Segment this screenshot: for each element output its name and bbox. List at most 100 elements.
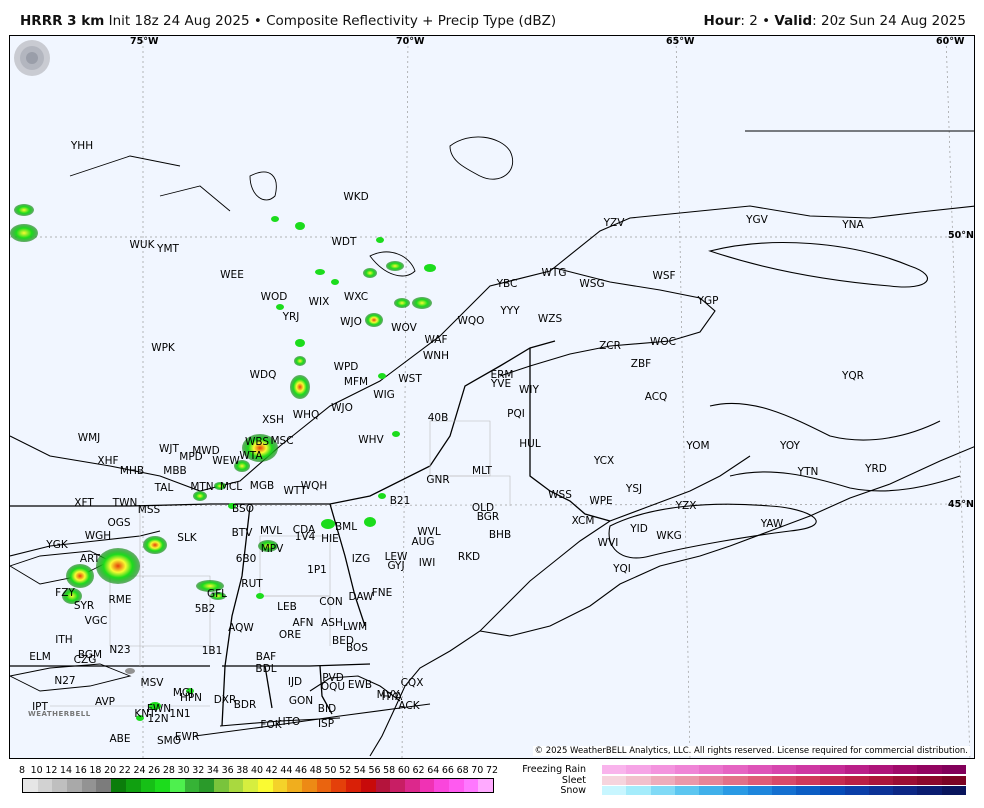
dbz-tick-label: 50 — [324, 765, 337, 776]
lon-label-75w: 75°W — [130, 36, 159, 47]
ptype-color-swatch — [844, 765, 869, 774]
station-label: XFT — [74, 496, 94, 509]
station-label: MSC — [270, 434, 294, 447]
station-label: DAW — [348, 590, 374, 603]
station-label: ZCR — [599, 339, 621, 352]
station-label: VGC — [84, 614, 108, 627]
ptype-color-swatch — [626, 775, 651, 785]
separator: • — [253, 13, 262, 29]
legend: 8 10 12 14 16 18 20 22 24 26 28 30 32 34 36 38 40 42 44 46 4… — [0, 760, 984, 808]
station-label: GYJ — [387, 559, 405, 572]
map-panel[interactable]: 75°W 70°W 65°W 60°W 50°N 45°N YHH WKD YZV Y… — [9, 35, 975, 759]
station-label: WST — [398, 372, 422, 385]
station-label: GON — [288, 694, 314, 707]
station-label: WTG — [541, 266, 567, 279]
station-label: BOS — [346, 641, 368, 654]
lat-label-45n: 45°N — [948, 499, 974, 510]
ptype-color-swatch — [699, 786, 724, 795]
station-label: YSJ — [625, 482, 643, 495]
dbz-tick-label: 22 — [118, 765, 131, 776]
ptype-color-swatch — [941, 775, 966, 785]
ptype-color-swatch — [723, 765, 748, 774]
station-label: WBS — [244, 435, 270, 448]
station-label: XSH — [262, 413, 284, 426]
separator: • — [762, 13, 771, 29]
lat-label-50n: 50°N — [948, 230, 974, 241]
station-label: 1V4 — [294, 530, 316, 543]
station-label: CON — [319, 595, 343, 608]
station-label: BSO — [232, 502, 254, 515]
dbz-tick-label: 70 — [471, 765, 484, 776]
station-label: CZG — [73, 653, 97, 666]
ptype-color-swatch — [868, 765, 894, 774]
station-label: LEB — [277, 600, 297, 613]
ptype-color-swatch — [650, 775, 675, 785]
ptype-color-swatch — [699, 765, 724, 774]
station-label: FNE — [371, 586, 393, 599]
station-label: ISP — [317, 717, 335, 730]
dbz-color-swatch — [258, 779, 273, 792]
dbz-color-swatch — [360, 779, 376, 792]
header-title: HRRR 3 km Init 18z 24 Aug 2025 • Composi… — [20, 13, 556, 29]
station-label: MTN — [190, 480, 214, 493]
station-label: YGP — [697, 294, 719, 307]
dbz-tick-label: 28 — [162, 765, 175, 776]
station-label: ACQ — [644, 390, 668, 403]
ptype-color-swatch — [699, 775, 724, 785]
dbz-tick-label: 52 — [339, 765, 352, 776]
dbz-tick-label: 60 — [397, 765, 410, 776]
station-label: 5B2 — [194, 602, 216, 615]
ptype-color-swatch — [893, 786, 918, 795]
dbz-tick-label: 36 — [221, 765, 234, 776]
station-label: BTV — [231, 526, 253, 539]
dbz-color-swatch — [390, 779, 405, 792]
ptype-color-swatch — [723, 786, 748, 795]
station-label: MPD — [179, 450, 203, 463]
station-label: HTO — [277, 715, 301, 728]
station-label: 12N — [147, 712, 169, 725]
station-label: WKG — [656, 529, 682, 542]
dbz-color-swatch — [23, 779, 38, 792]
ptype-color-swatch — [796, 765, 821, 774]
station-label: RME — [108, 593, 132, 606]
station-label: YMT — [157, 242, 179, 255]
station-label: YBC — [496, 277, 518, 290]
station-label: HPN — [179, 691, 203, 704]
station-label: YZV — [603, 216, 625, 229]
station-label: WUK — [129, 238, 155, 251]
ptype-color-swatch — [941, 786, 966, 795]
header-time: Hour: 2 • Valid: 20z Sun 24 Aug 2025 — [704, 13, 966, 29]
station-label: 40B — [427, 411, 449, 424]
station-label: WQO — [457, 314, 485, 327]
station-label: ZBF — [630, 357, 652, 370]
station-label: PQI — [507, 407, 525, 420]
ptype-color-swatch — [626, 765, 651, 774]
station-label: BAF — [255, 650, 277, 663]
dbz-tick-label: 8 — [18, 765, 26, 776]
ptype-color-swatch — [796, 786, 821, 795]
station-label: YYY — [500, 304, 520, 317]
station-label: WDT — [331, 235, 357, 248]
station-label: ABE — [109, 732, 131, 745]
dbz-tick-label: 44 — [280, 765, 293, 776]
ptype-color-swatch — [893, 775, 918, 785]
dbz-color-swatch — [155, 779, 170, 792]
station-label: ASH — [321, 616, 343, 629]
station-label: OQU — [320, 680, 346, 693]
ptype-color-swatch — [893, 765, 918, 774]
station-label: YRD — [865, 462, 887, 475]
lon-label-70w: 70°W — [396, 36, 425, 47]
station-label: WJT — [159, 442, 179, 455]
station-label: BHB — [488, 528, 512, 541]
station-label: YTN — [797, 465, 819, 478]
ptype-color-swatch — [868, 775, 894, 785]
dbz-color-swatch — [434, 779, 449, 792]
lon-label-65w: 65°W — [666, 36, 695, 47]
station-label: YVE — [490, 377, 512, 390]
ptype-color-swatch — [820, 775, 845, 785]
station-label: AUG — [411, 535, 435, 548]
ptype-color-swatch — [771, 765, 797, 774]
station-label: BDL — [255, 662, 277, 675]
dbz-color-swatch — [478, 779, 493, 792]
ptype-color-swatch — [674, 786, 700, 795]
